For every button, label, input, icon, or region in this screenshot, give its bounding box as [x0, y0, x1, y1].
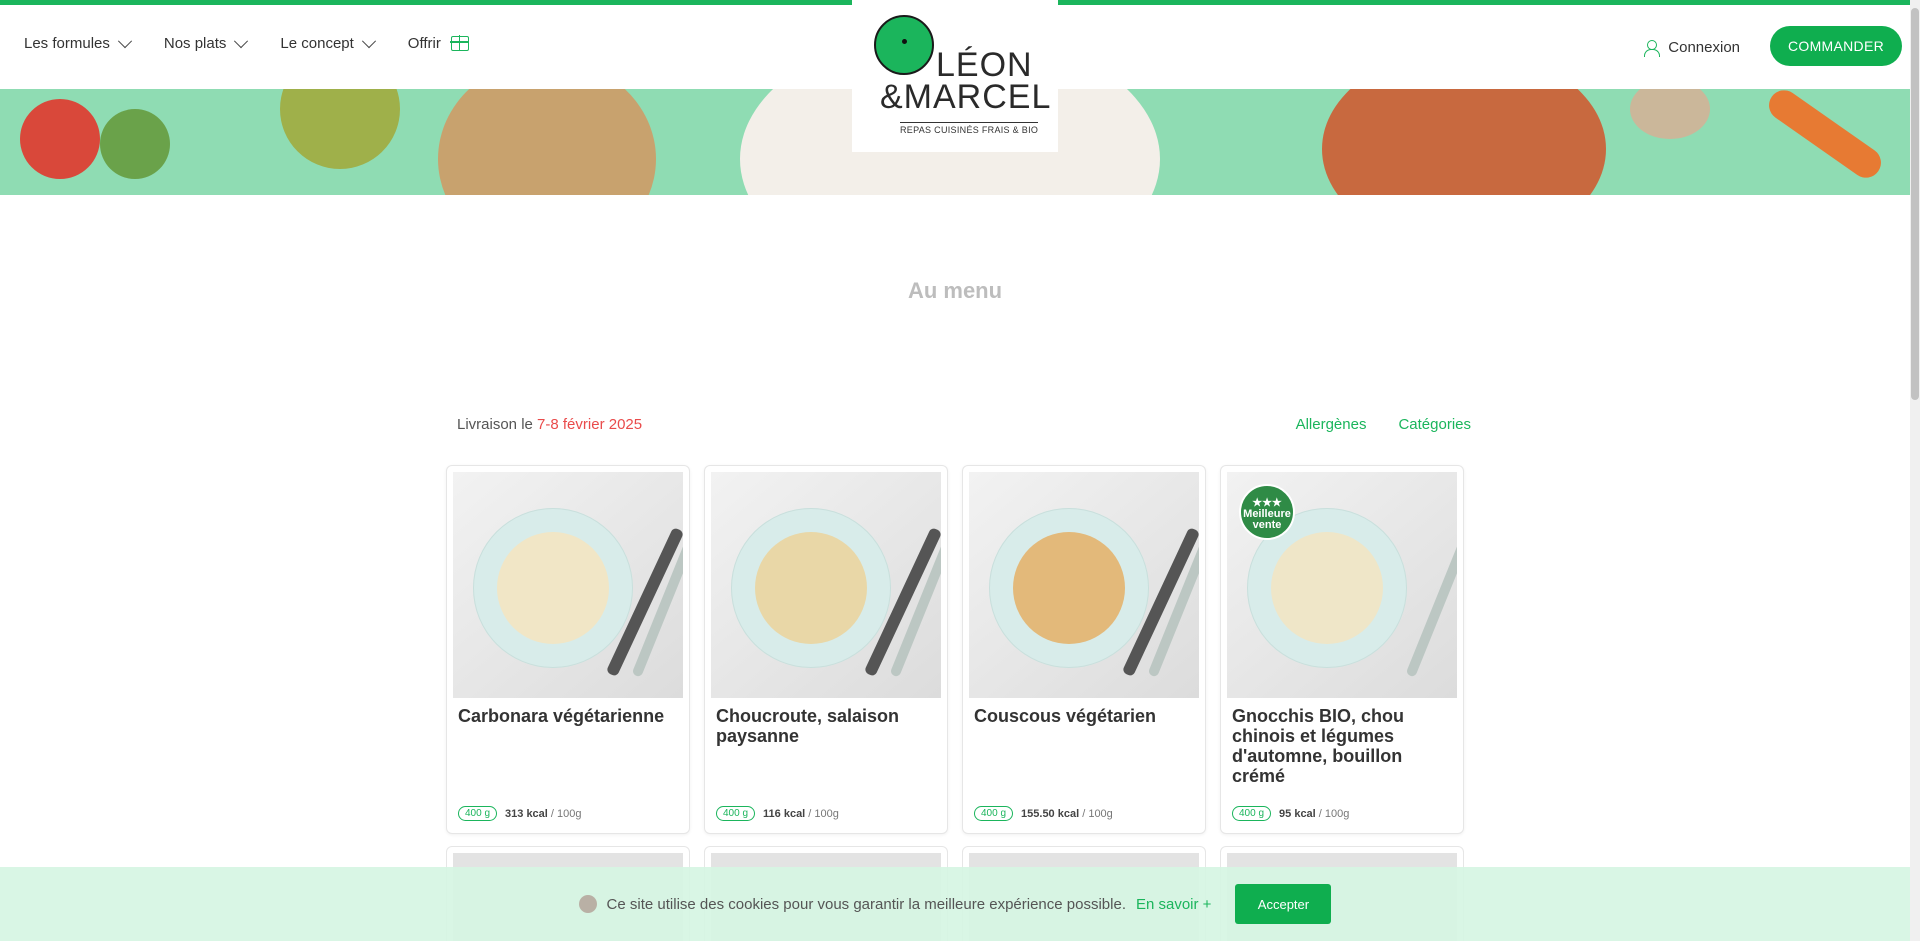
dish-title: Choucroute, salaison paysanne: [716, 706, 900, 746]
nav-plats-label: Nos plats: [163, 35, 227, 52]
dish-title: Couscous végétarien: [974, 706, 1157, 726]
nav-plats[interactable]: Nos plats: [163, 33, 249, 52]
chevron-down-icon: [361, 33, 376, 48]
dish-image: [453, 472, 683, 698]
dish-image: [1322, 89, 1606, 195]
weight-badge: 400 g: [458, 806, 498, 821]
nav-formules-label: Les formules: [24, 35, 110, 52]
kcal-value: 116 kcal: [763, 807, 806, 820]
nav-concept[interactable]: Le concept: [280, 33, 376, 52]
kcal: 313 kcal / 100g: [505, 808, 581, 820]
delivery-info[interactable]: Livraison le 7-8 février 2025: [457, 416, 642, 433]
main-nav: Les formules Nos plats Le concept Offrir: [24, 33, 469, 52]
scroll-thumb[interactable]: [1911, 8, 1919, 400]
filters: Allergènes Catégories: [1296, 416, 1471, 433]
nav-offrir-label: Offrir: [407, 35, 441, 52]
user-icon: [1644, 39, 1661, 57]
food: [497, 532, 609, 644]
bestseller-badge: ★★★ Meilleure vente: [1239, 484, 1295, 540]
categories-link[interactable]: Catégories: [1398, 416, 1471, 433]
dish-title: Gnocchis BIO, chou chinois et légumes d'…: [1232, 706, 1405, 786]
dish-image: [969, 472, 1199, 698]
section-title: Au menu: [907, 278, 1003, 303]
login-link[interactable]: Connexion: [1644, 39, 1740, 57]
dish-grid: Carbonara végétarienne 400 g 313 kcal / …: [446, 465, 1464, 834]
cookie-icon: [578, 895, 597, 913]
nav-formules[interactable]: Les formules: [24, 33, 132, 52]
fork: [1405, 516, 1457, 678]
kcal: 116 kcal / 100g: [763, 808, 839, 820]
weight-badge: 400 g: [1232, 806, 1272, 821]
accept-cookies-button[interactable]: Accepter: [1235, 884, 1332, 924]
delivery-prefix: Livraison le: [457, 416, 538, 433]
dish-nutrition: 400 g 95 kcal / 100g: [1232, 806, 1349, 821]
kcal: 155.50 kcal / 100g: [1021, 808, 1113, 820]
page-scrollbar[interactable]: [1910, 0, 1920, 941]
cookie-banner: Ce site utilise des cookies pour vous ga…: [0, 867, 1910, 941]
kcal-unit: / 100g: [1315, 807, 1350, 820]
logo-line2: &MARCEL: [880, 78, 1052, 116]
zucchini-bowl-image: [280, 89, 400, 169]
spoon-image: [1630, 89, 1710, 139]
weight-badge: 400 g: [974, 806, 1014, 821]
nav-offrir[interactable]: Offrir: [408, 35, 469, 52]
delivery-date: 7-8 février 2025: [537, 416, 643, 433]
dish-card[interactable]: Choucroute, salaison paysanne 400 g 116 …: [704, 465, 948, 834]
logo-pot-icon: [874, 15, 934, 75]
chevron-down-icon: [234, 33, 249, 48]
kcal-unit: / 100g: [1079, 807, 1113, 820]
nav-concept-label: Le concept: [280, 35, 354, 52]
kcal-unit: / 100g: [805, 807, 839, 820]
dish-card[interactable]: Carbonara végétarienne 400 g 313 kcal / …: [446, 465, 690, 834]
site-logo[interactable]: LÉON &MARCEL REPAS CUISINÉS FRAIS & BIO: [852, 0, 1058, 152]
weight-badge: 400 g: [716, 806, 756, 821]
logo-tagline: REPAS CUISINÉS FRAIS & BIO: [900, 122, 1039, 135]
dish-card[interactable]: ★★★ Meilleure vente Gnocchis BIO, chou c…: [1220, 465, 1464, 834]
allergens-link[interactable]: Allergènes: [1296, 416, 1367, 433]
dish-nutrition: 400 g 116 kcal / 100g: [716, 806, 839, 821]
dish-image: [711, 472, 941, 698]
login-label: Connexion: [1668, 39, 1740, 56]
kcal-unit: / 100g: [547, 807, 582, 820]
chevron-down-icon: [117, 33, 132, 48]
food: [755, 532, 867, 644]
food: [1271, 532, 1383, 644]
cookie-more-link[interactable]: En savoir +: [1136, 896, 1211, 913]
kcal: 95 kcal / 100g: [1279, 808, 1349, 820]
cookie-text: Ce site utilise des cookies pour vous ga…: [606, 895, 1126, 913]
carrot-image: [1763, 89, 1887, 184]
dish-card[interactable]: Couscous végétarien 400 g 155.50 kcal / …: [962, 465, 1206, 834]
food: [1013, 532, 1125, 644]
dish-nutrition: 400 g 313 kcal / 100g: [458, 806, 582, 821]
order-button[interactable]: COMMANDER: [1770, 26, 1902, 66]
dish-title: Carbonara végétarienne: [458, 706, 665, 726]
kcal-value: 155.50 kcal: [1021, 807, 1080, 820]
dish-image: ★★★ Meilleure vente: [1227, 472, 1457, 698]
tomato-image: [20, 99, 100, 179]
tomato-image: [100, 109, 170, 179]
gift-icon: [449, 35, 469, 51]
kcal-value: 313 kcal: [505, 807, 548, 820]
kcal-value: 95 kcal: [1279, 807, 1316, 820]
dish-nutrition: 400 g 155.50 kcal / 100g: [974, 806, 1113, 821]
dish-image: [438, 89, 656, 195]
